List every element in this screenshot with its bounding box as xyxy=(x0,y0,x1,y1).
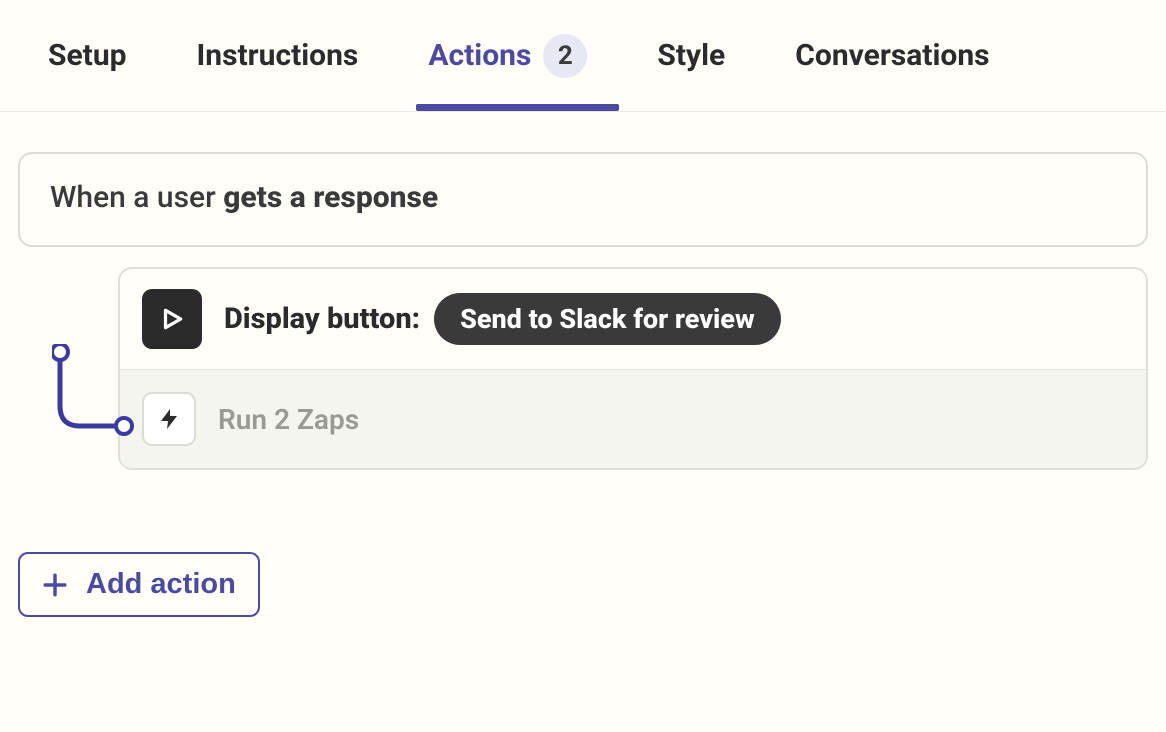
tab-conversations[interactable]: Conversations xyxy=(795,0,989,111)
tab-actions-label: Actions xyxy=(428,38,531,73)
tab-setup-label: Setup xyxy=(48,38,127,73)
tab-setup[interactable]: Setup xyxy=(48,0,127,111)
trigger-text: When a user gets a response xyxy=(50,180,1116,215)
action-card[interactable]: Display button: Send to Slack for review… xyxy=(118,267,1148,470)
trigger-bold: gets a response xyxy=(223,180,438,215)
tab-style-label: Style xyxy=(657,38,725,73)
action-sub-label: Run 2 Zaps xyxy=(218,403,359,436)
tab-instructions-label: Instructions xyxy=(197,38,359,73)
action-button-pill: Send to Slack for review xyxy=(434,293,781,345)
trigger-prefix: When a user xyxy=(50,180,223,215)
action-label: Display button: Send to Slack for review xyxy=(224,293,781,345)
tab-instructions[interactable]: Instructions xyxy=(197,0,359,111)
tab-conversations-label: Conversations xyxy=(795,38,989,73)
trigger-card[interactable]: When a user gets a response xyxy=(18,152,1148,247)
action-label-prefix: Display button: xyxy=(224,302,420,336)
tab-actions-count-badge: 2 xyxy=(543,34,587,78)
plus-icon xyxy=(42,572,68,598)
tab-style[interactable]: Style xyxy=(657,0,725,111)
add-action-label: Add action xyxy=(86,568,236,601)
action-row-main: Display button: Send to Slack for review xyxy=(120,269,1146,369)
tabs-bar: Setup Instructions Actions 2 Style Conve… xyxy=(0,0,1166,112)
add-action-button[interactable]: Add action xyxy=(18,552,260,617)
content-area: When a user gets a response Display butt… xyxy=(0,112,1166,617)
action-row-sub: Run 2 Zaps xyxy=(120,369,1146,468)
play-icon xyxy=(142,289,202,349)
zap-icon xyxy=(142,392,196,446)
tab-actions[interactable]: Actions 2 xyxy=(428,0,587,111)
